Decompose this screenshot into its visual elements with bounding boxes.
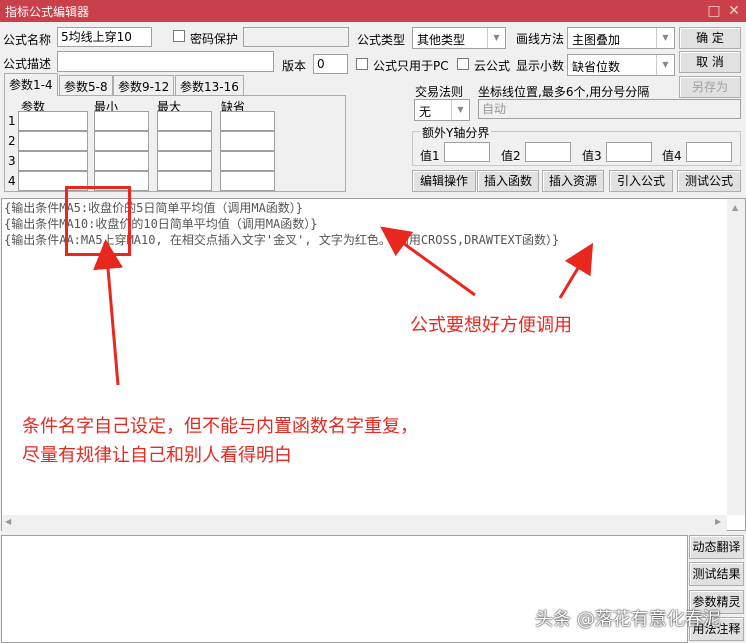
arrow-to-ma-call	[380, 226, 476, 297]
annotation-name-2: 尽量有规律让自己和别人看得明白	[22, 445, 292, 466]
annotation-call: 公式要想好方便调用	[410, 315, 572, 336]
tab-params-1-4[interactable]: 参数1-4	[4, 73, 58, 96]
arrow-to-name	[93, 239, 123, 386]
annotation-name-1: 条件名字自己设定，但不能与内置函数名字重复，	[22, 416, 418, 437]
arrow-to-drawtext-call	[558, 242, 594, 299]
annotation-arrows	[93, 226, 594, 386]
watermark: 头条 @落花有意化春泥	[535, 609, 721, 630]
